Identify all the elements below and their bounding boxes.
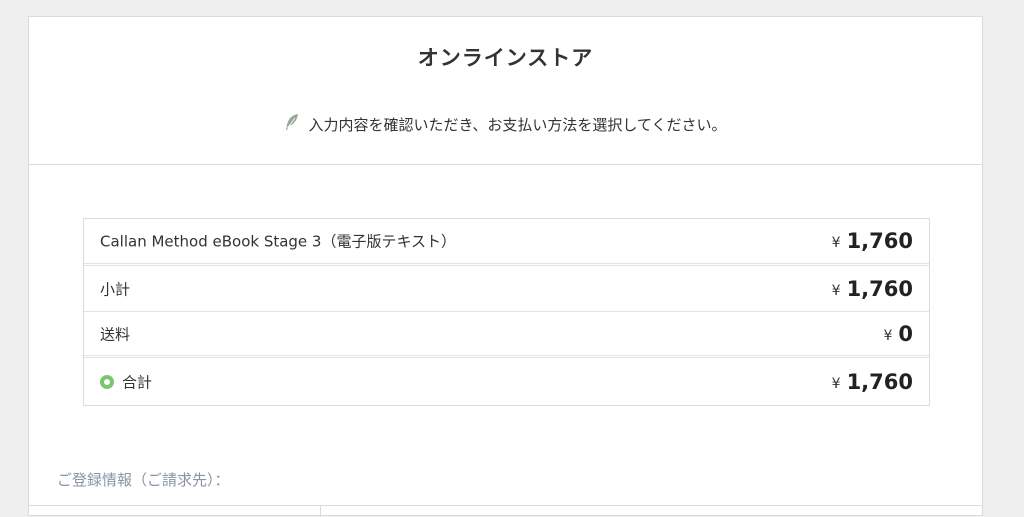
currency-symbol: ¥ <box>831 375 841 392</box>
section-divider <box>29 505 982 506</box>
product-name: Callan Method eBook Stage 3（電子版テキスト） <box>100 232 457 251</box>
product-row: Callan Method eBook Stage 3（電子版テキスト） ¥1,… <box>84 219 929 266</box>
price-amount: 1,760 <box>846 369 913 394</box>
store-panel: オンラインストア 入力内容を確認いただき、お支払い方法を選択してください。 Ca… <box>28 16 983 517</box>
price-amount: 1,760 <box>846 276 913 301</box>
price-amount: 0 <box>898 321 913 346</box>
store-header: オンラインストア 入力内容を確認いただき、お支払い方法を選択してください。 <box>29 17 982 165</box>
total-row: 合計 ¥1,760 <box>84 358 929 405</box>
page-title: オンラインストア <box>417 46 594 70</box>
subtotal-row: 小計 ¥1,760 <box>84 266 929 312</box>
registration-section-label: ご登録情報（ご請求先）： <box>57 471 230 489</box>
instruction-text: 入力内容を確認いただき、お支払い方法を選択してください。 <box>29 114 982 135</box>
order-summary-table: Callan Method eBook Stage 3（電子版テキスト） ¥1,… <box>83 218 930 406</box>
feather-icon <box>284 113 300 135</box>
total-price: ¥1,760 <box>832 370 913 394</box>
product-price: ¥1,760 <box>832 229 913 253</box>
currency-symbol: ¥ <box>883 327 893 344</box>
shipping-label: 送料 <box>100 325 131 343</box>
column-divider <box>320 505 321 517</box>
currency-symbol: ¥ <box>831 282 841 299</box>
subtotal-price: ¥1,760 <box>832 277 913 301</box>
shipping-price: ¥0 <box>883 322 913 346</box>
currency-symbol: ¥ <box>831 235 841 251</box>
shipping-row: 送料 ¥0 <box>84 312 929 358</box>
total-label: 合計 <box>122 373 153 391</box>
price-amount: 1,760 <box>846 229 913 253</box>
instruction-label: 入力内容を確認いただき、お支払い方法を選択してください。 <box>308 116 727 134</box>
subtotal-label: 小計 <box>100 280 131 298</box>
